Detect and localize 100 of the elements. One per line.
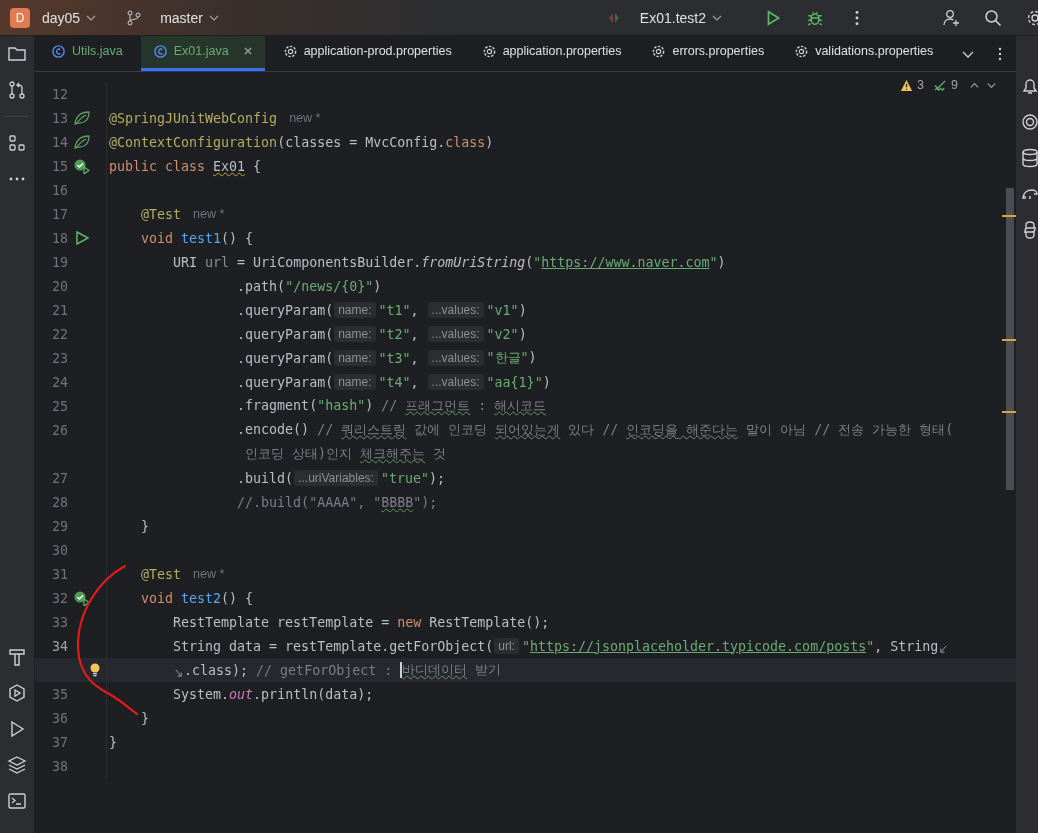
line-number: 12 — [51, 86, 68, 102]
branch-icon — [126, 9, 143, 26]
code-text: .queryParam( — [237, 374, 334, 390]
line-number: 27 — [51, 470, 68, 486]
parameter-hint: ...values: — [427, 350, 484, 366]
leaf-icon[interactable] — [73, 134, 91, 150]
leaf-icon[interactable] — [73, 110, 91, 126]
run-icon[interactable] — [73, 230, 91, 246]
gear-icon — [794, 43, 810, 59]
line-number: 37 — [51, 734, 68, 750]
code-text: "v1") — [486, 302, 527, 318]
author-hint[interactable]: new * — [289, 111, 321, 125]
line-number: 18 — [51, 230, 68, 246]
editor-tab[interactable]: application-prod.properties — [270, 36, 464, 71]
layers-icon[interactable] — [7, 755, 27, 775]
check-icon[interactable] — [934, 78, 948, 92]
parameter-hint: name: — [334, 326, 376, 342]
parameter-hint: name: — [334, 302, 376, 318]
parameter-hint: ...values: — [427, 302, 484, 318]
line-number: 13 — [51, 110, 68, 126]
commit-icon[interactable] — [7, 80, 27, 100]
code-text: .queryParam( — [237, 326, 334, 342]
line-number: 20 — [51, 278, 68, 294]
code-text: @ContextConfiguration(classes = MvcConfig.class) — [109, 134, 494, 150]
folder-icon[interactable] — [7, 44, 27, 64]
line-number: 16 — [51, 182, 68, 198]
line-number: 24 — [51, 374, 68, 390]
code-text: } — [109, 734, 117, 750]
line-number: 30 — [51, 542, 68, 558]
editor-tab[interactable]: Utils.java — [39, 36, 135, 71]
structure-icon[interactable] — [7, 133, 27, 153]
warning-count[interactable]: 3 — [917, 78, 925, 92]
passed-count[interactable]: 9 — [951, 78, 958, 92]
editor-tab[interactable]: Ex01.java — [140, 36, 265, 71]
author-hint[interactable]: new * — [193, 207, 225, 221]
line-number: 21 — [51, 302, 68, 318]
code-text: "true"); — [380, 470, 445, 486]
editor-tab[interactable]: application.properties — [469, 36, 634, 71]
database-icon[interactable] — [1020, 148, 1038, 168]
settings-icon[interactable] — [1026, 8, 1038, 27]
code-text: .encode() // 쿼리스트링 값에 인코딩 되어있는게 있다 // 인코딩을 해준다는 말이 아님 // 전송 가능한 형태( — [237, 421, 954, 439]
line-number: 33 — [51, 614, 68, 630]
code-text: "v2") — [486, 326, 527, 342]
line-number: 29 — [51, 518, 68, 534]
parameter-hint: url: — [494, 638, 519, 654]
hammer-icon[interactable] — [7, 647, 27, 667]
code-text: "t4", — [378, 374, 420, 390]
code-text: @Test — [141, 566, 182, 582]
line-number: 23 — [51, 350, 68, 366]
code-text: "t3", — [378, 350, 420, 366]
code-text: .fragment("hash") // 프래그먼트 : 해시코드 — [237, 397, 547, 415]
line-number: 25 — [51, 398, 68, 414]
code-text: public class Ex01 { — [109, 158, 262, 174]
line-number: 34 — [51, 638, 68, 654]
soft-wrap-icon — [939, 644, 949, 654]
parameter-hint: name: — [334, 374, 376, 390]
branch-dropdown[interactable]: master — [156, 9, 223, 26]
warning-icon[interactable] — [900, 78, 914, 92]
run-config-dropdown[interactable]: Ex01.test2 — [635, 9, 726, 26]
line-number: 19 — [51, 254, 68, 270]
caret-icon — [86, 14, 97, 21]
project-dropdown[interactable]: day05 — [38, 9, 101, 26]
search-icon[interactable] — [984, 8, 1002, 27]
code-text: String data = restTemplate.getForObject( — [173, 638, 494, 654]
editor-tab[interactable]: errors.properties — [639, 36, 777, 71]
code-text: 바디데이터 받기 — [402, 661, 502, 679]
author-hint[interactable]: new * — [193, 567, 225, 581]
parameter-hint: name: — [334, 350, 376, 366]
line-number: 15 — [51, 158, 68, 174]
code-text: .queryParam( — [237, 350, 334, 366]
parameter-hint: ...uriVariables: — [294, 470, 378, 486]
services-icon[interactable] — [7, 683, 27, 703]
code-text: .queryParam( — [237, 302, 334, 318]
class-icon — [152, 43, 168, 59]
line-number: 14 — [51, 134, 68, 150]
code-text: RestTemplate restTemplate = new RestTemplate(); — [173, 614, 550, 630]
code-text: "t2", — [378, 326, 420, 342]
test-passed-icon[interactable] — [73, 158, 91, 174]
parameter-hint: ...values: — [427, 374, 484, 390]
code-text: System.out.println(data); — [173, 686, 374, 702]
line-number: 31 — [51, 566, 68, 582]
line-number: 36 — [51, 710, 68, 726]
line-number: 38 — [51, 758, 68, 774]
code-text: "한글") — [486, 349, 537, 367]
caret-icon — [208, 14, 219, 21]
code-text: "aa{1}") — [486, 374, 551, 390]
line-number: 22 — [51, 326, 68, 342]
terminal-icon[interactable] — [7, 791, 27, 811]
add-user-icon[interactable] — [942, 8, 960, 27]
code-text: .path("/news/{0}") — [237, 278, 382, 294]
test-passed-icon[interactable] — [73, 590, 91, 606]
close-icon[interactable] — [242, 46, 253, 56]
code-text: .class); // getForObject : — [184, 662, 394, 678]
code-text: void test1() { — [141, 230, 254, 246]
editor-tab[interactable]: validations.properties — [782, 36, 946, 71]
code-text: URI url = UriComponentsBuilder.fromUriString("https://www.naver.com") — [173, 254, 726, 270]
bell-icon[interactable] — [1020, 76, 1038, 96]
code-text: } — [141, 710, 150, 726]
soft-wrap-icon — [174, 668, 184, 678]
code-text: "t1", — [378, 302, 420, 318]
